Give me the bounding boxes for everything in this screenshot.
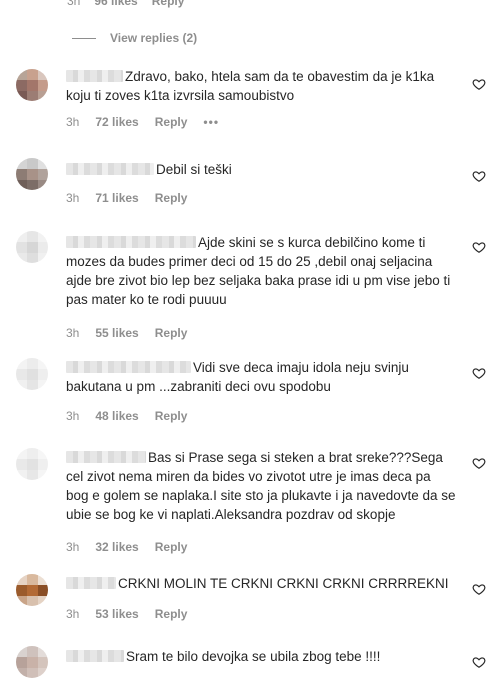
blurred-username[interactable] — [66, 650, 124, 662]
comment-text-row: Vidi sve deca imaju idola neju svinju ba… — [66, 358, 456, 396]
comment-time: 3h — [66, 191, 80, 205]
reply-button[interactable]: Reply — [155, 191, 188, 205]
avatar[interactable] — [16, 158, 48, 190]
view-replies-button[interactable]: View replies (2) — [72, 31, 197, 45]
blurred-username[interactable] — [66, 236, 196, 248]
comment-time: 3h — [67, 0, 81, 8]
reply-button[interactable]: Reply — [155, 409, 188, 423]
comment-meta: 3h 32 likes Reply — [66, 540, 456, 554]
heart-icon[interactable] — [472, 456, 486, 470]
comment-text-row: Debil si teški — [66, 160, 456, 179]
reply-button[interactable]: Reply — [155, 540, 188, 554]
reply-button[interactable]: Reply — [155, 326, 188, 340]
likes-count[interactable]: 55 likes — [95, 326, 138, 340]
likes-count[interactable]: 96 likes — [94, 0, 137, 8]
reply-button[interactable]: Reply — [155, 607, 188, 621]
comment-meta: 3h 71 likes Reply — [66, 191, 456, 205]
avatar[interactable] — [16, 358, 48, 390]
view-replies-label: View replies (2) — [110, 31, 198, 45]
blurred-username[interactable] — [66, 70, 123, 82]
previous-comment-meta: 3h 96 likes Reply — [67, 0, 184, 8]
avatar[interactable] — [16, 646, 48, 678]
heart-icon[interactable] — [472, 366, 486, 380]
comment-meta: 3h 48 likes Reply — [66, 409, 456, 423]
comment-text: Sram te bilo devojka se ubila zbog tebe … — [126, 649, 381, 664]
avatar[interactable] — [16, 448, 48, 480]
comment-body: Ajde skini se s kurca debilčino kome ti … — [66, 233, 456, 340]
blurred-username[interactable] — [66, 577, 116, 589]
comment-body: Vidi sve deca imaju idola neju svinju ba… — [66, 358, 456, 423]
avatar[interactable] — [16, 574, 48, 606]
comment-text: Debil si teški — [156, 162, 232, 177]
comment-time: 3h — [66, 115, 80, 129]
comment-body: Sram te bilo devojka se ubila zbog tebe … — [66, 647, 456, 666]
heart-icon[interactable] — [472, 655, 486, 669]
likes-count[interactable]: 32 likes — [95, 540, 138, 554]
divider-line — [72, 37, 96, 39]
comment-body: Debil si teški 3h 71 likes Reply — [66, 160, 456, 205]
avatar[interactable] — [16, 231, 48, 263]
reply-button[interactable]: Reply — [155, 115, 188, 129]
comment-text-row: Bas si Prase sega si steken a brat sreke… — [66, 448, 456, 524]
comment-text-row: Zdravo, bako, htela sam da te obavestim … — [66, 67, 456, 105]
heart-icon[interactable] — [472, 169, 486, 183]
comment-time: 3h — [66, 540, 80, 554]
more-options-icon[interactable]: ••• — [203, 115, 219, 129]
blurred-username[interactable] — [66, 163, 154, 175]
comment-text-row: Ajde skini se s kurca debilčino kome ti … — [66, 233, 456, 309]
reply-button[interactable]: Reply — [152, 0, 185, 8]
blurred-username[interactable] — [66, 361, 191, 373]
comment-body: Bas si Prase sega si steken a brat sreke… — [66, 448, 456, 554]
comment-text-row: Sram te bilo devojka se ubila zbog tebe … — [66, 647, 456, 666]
heart-icon[interactable] — [472, 582, 486, 596]
avatar[interactable] — [16, 69, 48, 101]
comment-meta: 3h 72 likes Reply ••• — [66, 115, 456, 129]
likes-count[interactable]: 53 likes — [95, 607, 138, 621]
likes-count[interactable]: 71 likes — [95, 191, 138, 205]
likes-count[interactable]: 72 likes — [95, 115, 138, 129]
blurred-username[interactable] — [66, 451, 146, 463]
comment-time: 3h — [66, 607, 80, 621]
comment-time: 3h — [66, 409, 80, 423]
likes-count[interactable]: 48 likes — [95, 409, 138, 423]
comment-body: CRKNI MOLIN TE CRKNI CRKNI CRKNI CRRRREK… — [66, 574, 456, 621]
comment-text-row: CRKNI MOLIN TE CRKNI CRKNI CRKNI CRRRREK… — [66, 574, 456, 593]
comment-meta: 3h 53 likes Reply — [66, 607, 456, 621]
heart-icon[interactable] — [472, 77, 486, 91]
comment-body: Zdravo, bako, htela sam da te obavestim … — [66, 67, 456, 129]
heart-icon[interactable] — [472, 240, 486, 254]
comment-text: CRKNI MOLIN TE CRKNI CRKNI CRKNI CRRRREK… — [118, 576, 449, 591]
comment-meta: 3h 55 likes Reply — [66, 326, 456, 340]
comment-time: 3h — [66, 326, 80, 340]
